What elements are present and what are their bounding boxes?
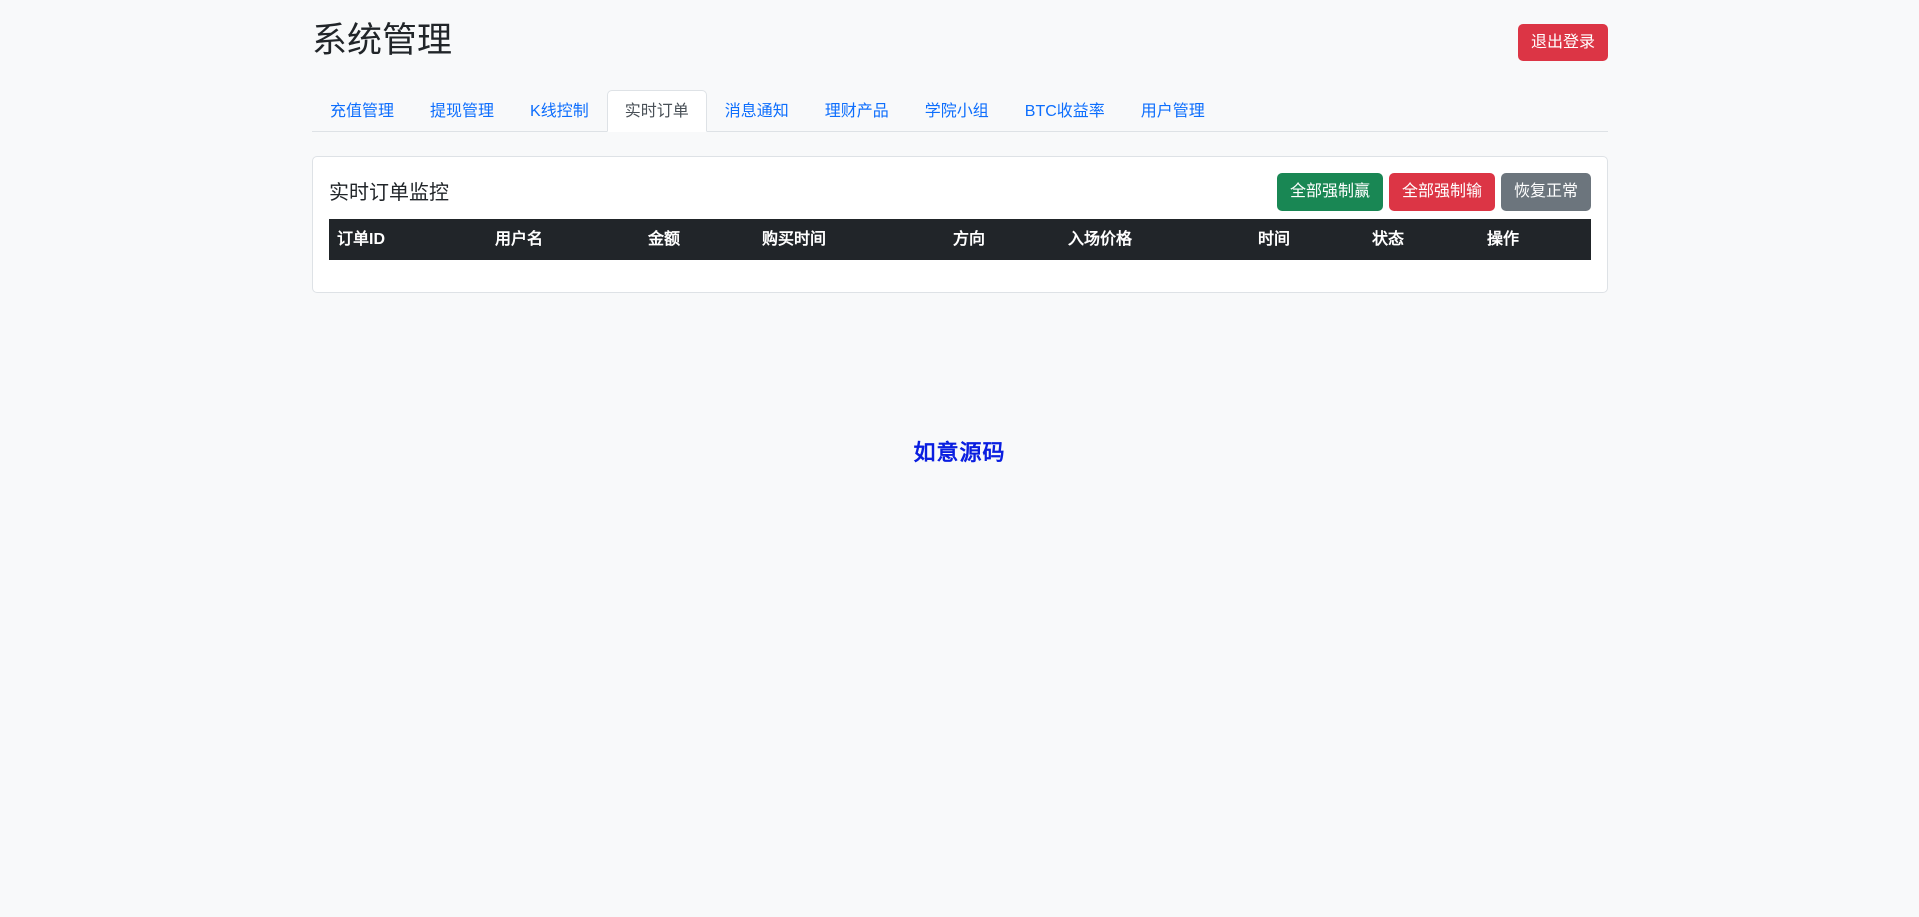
bulk-action-buttons: 全部强制赢 全部强制输 恢复正常	[1276, 173, 1591, 211]
watermark-text: 如意源码	[913, 440, 1006, 465]
tab-academy-groups[interactable]: 学院小组	[907, 90, 1007, 132]
page-header: 系统管理 退出登录	[312, 0, 1608, 90]
force-lose-all-button[interactable]: 全部强制输	[1388, 173, 1495, 211]
column-header-time: 时间	[1258, 231, 1291, 248]
column-header-direction: 方向	[953, 231, 986, 248]
main-container: 系统管理 退出登录 充值管理 提现管理 K线控制 实时订单 消息通知 理财产品 …	[312, 0, 1608, 293]
column-header-order-id: 订单ID	[337, 231, 386, 248]
column-header-purchase-time: 购买时间	[762, 231, 827, 248]
tab-wealth-products[interactable]: 理财产品	[807, 90, 907, 132]
orders-table: 订单ID 用户名 金额 购买时间 方向 入场价格 时间 状态 操作	[329, 219, 1591, 260]
tab-withdraw[interactable]: 提现管理	[412, 90, 512, 132]
table-header: 订单ID 用户名 金额 购买时间 方向 入场价格 时间 状态 操作	[329, 219, 1591, 260]
logout-button[interactable]: 退出登录	[1517, 24, 1608, 61]
column-header-username: 用户名	[495, 231, 544, 248]
restore-normal-button[interactable]: 恢复正常	[1500, 173, 1591, 211]
tab-kline-control[interactable]: K线控制	[512, 90, 607, 132]
column-header-amount: 金额	[648, 231, 681, 248]
realtime-orders-card: 实时订单监控 全部强制赢 全部强制输 恢复正常 订单ID 用户名 金额 购买时间…	[312, 156, 1608, 293]
column-header-entry-price: 入场价格	[1068, 231, 1133, 248]
column-header-actions: 操作	[1487, 231, 1520, 248]
tab-recharge[interactable]: 充值管理	[312, 90, 412, 132]
nav-tabs: 充值管理 提现管理 K线控制 实时订单 消息通知 理财产品 学院小组 BTC收益…	[312, 90, 1608, 132]
column-header-status: 状态	[1372, 231, 1405, 248]
page-title: 系统管理	[312, 21, 453, 60]
tab-user-management[interactable]: 用户管理	[1123, 90, 1223, 132]
tab-notifications[interactable]: 消息通知	[707, 90, 807, 132]
force-win-all-button[interactable]: 全部强制赢	[1276, 173, 1383, 211]
tab-btc-yield[interactable]: BTC收益率	[1007, 90, 1123, 132]
card-title: 实时订单监控	[329, 182, 449, 204]
table-header-row: 订单ID 用户名 金额 购买时间 方向 入场价格 时间 状态 操作	[329, 219, 1591, 260]
tab-realtime-orders[interactable]: 实时订单	[606, 90, 707, 132]
